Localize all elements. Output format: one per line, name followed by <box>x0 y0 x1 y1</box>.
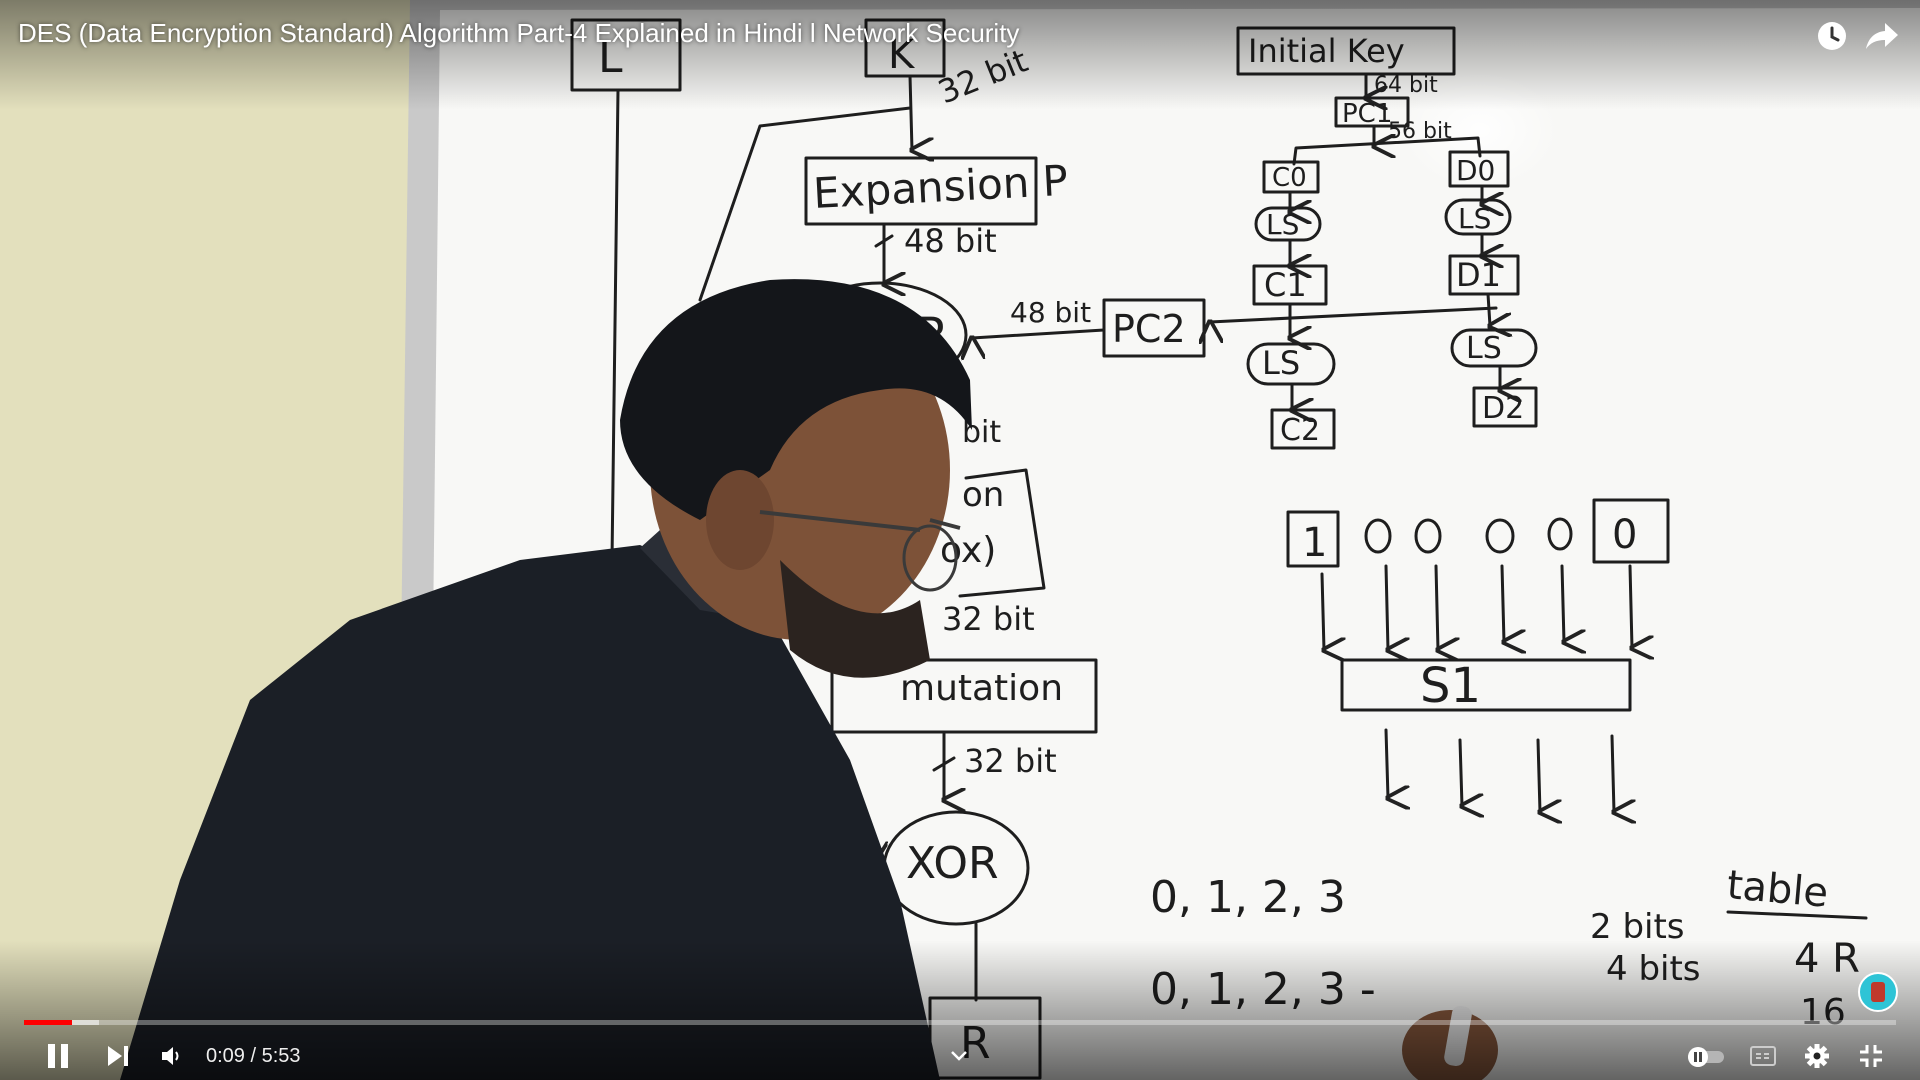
wb-col-values: 0, 1, 2, 3 - <box>1150 964 1376 1015</box>
volume-icon <box>162 1047 179 1065</box>
settings-icon <box>1805 1044 1829 1068</box>
wb-note-2bits: 2 bits <box>1590 907 1685 947</box>
video-frame: L K 32 bit Expansion P 48 bit XOR 48 bit… <box>0 0 1920 1080</box>
wb-ls-right-1: LS <box>1458 202 1491 235</box>
wb-sbox-out-bits: 32 bit <box>942 600 1035 638</box>
progress-bar[interactable] <box>24 1020 1896 1025</box>
progress-played <box>24 1020 72 1025</box>
wb-note-table: table <box>1725 862 1830 917</box>
watch-later-icon <box>1818 22 1846 50</box>
wb-ls-left-2: LS <box>1262 344 1300 382</box>
time-display: 0:09 / 5:53 <box>206 1032 301 1080</box>
watch-later-button[interactable] <box>1812 16 1852 56</box>
settings-button[interactable] <box>1796 1032 1838 1080</box>
time-separator: / <box>244 1045 262 1067</box>
wb-64bit: 64 bit <box>1374 73 1438 98</box>
autoplay-toggle-icon <box>1688 1047 1724 1067</box>
wb-56bit: 56 bit <box>1388 119 1452 144</box>
control-bar: 0:09 / 5:53 <box>0 1032 1920 1080</box>
wb-c1: C1 <box>1264 266 1307 304</box>
duration: 5:53 <box>261 1045 301 1067</box>
wb-input-bit-6: 0 <box>1612 512 1637 558</box>
chevron-down-icon <box>951 1051 967 1061</box>
captions-button[interactable] <box>1742 1032 1784 1080</box>
wb-expansion-bits: 48 bit <box>904 222 997 260</box>
wb-d0: D0 <box>1456 154 1495 187</box>
play-pause-button[interactable] <box>38 1032 78 1080</box>
wb-row-values: 0, 1, 2, 3 <box>1150 872 1346 923</box>
wb-note-corner-b: 16 <box>1800 992 1846 1033</box>
wb-pc2-bits: 48 bit <box>1010 296 1091 329</box>
wb-input-bit-1: 1 <box>1302 520 1327 566</box>
next-icon <box>108 1046 128 1066</box>
channel-logo-icon <box>1871 982 1885 1002</box>
wb-pc1: PC1 <box>1342 99 1392 129</box>
video-player[interactable]: L K 32 bit Expansion P 48 bit XOR 48 bit… <box>0 0 1920 1080</box>
wb-ls-left-1: LS <box>1266 208 1299 241</box>
next-button[interactable] <box>98 1032 138 1080</box>
exit-fullscreen-icon <box>1860 1045 1882 1067</box>
wb-d2: D2 <box>1482 391 1524 426</box>
wb-initial-key: Initial Key <box>1248 32 1405 70</box>
chapter-chevron-button[interactable] <box>944 1032 974 1080</box>
wb-pc2-label: PC2 <box>1112 307 1186 351</box>
wb-permutation-bits: 32 bit <box>964 742 1057 780</box>
current-time: 0:09 <box>206 1045 245 1067</box>
wb-c0: C0 <box>1272 163 1307 193</box>
share-button[interactable] <box>1862 16 1902 56</box>
video-title[interactable]: DES (Data Encryption Standard) Algorithm… <box>18 18 1019 49</box>
exit-fullscreen-button[interactable] <box>1850 1032 1892 1080</box>
wb-permutation-label: mutation <box>900 668 1063 709</box>
volume-button[interactable] <box>152 1032 192 1080</box>
wb-sbox-name: S1 <box>1420 658 1481 714</box>
wb-sbox-line1: on <box>962 475 1004 515</box>
captions-icon <box>1750 1046 1776 1066</box>
wb-d1: D1 <box>1456 256 1501 294</box>
autoplay-toggle[interactable] <box>1680 1032 1732 1080</box>
wb-note-4bits: 4 bits <box>1606 949 1701 989</box>
wb-note-corner-a: 4 R <box>1794 936 1860 982</box>
pause-icon <box>48 1044 68 1068</box>
share-icon <box>1866 23 1898 49</box>
wb-ls-right-2: LS <box>1466 331 1502 366</box>
channel-watermark[interactable] <box>1858 972 1898 1012</box>
wb-bottom-xor: XOR <box>906 838 999 889</box>
wb-c2: C2 <box>1280 413 1320 448</box>
